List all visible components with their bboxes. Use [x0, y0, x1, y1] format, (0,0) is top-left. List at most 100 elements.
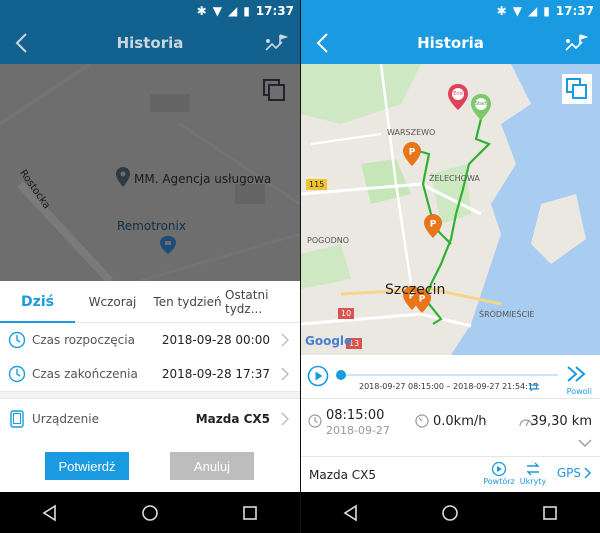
- place-label-remotronix: Remotronix: [117, 219, 186, 233]
- wifi-icon: ▼: [212, 4, 222, 18]
- nav-recents-icon[interactable]: [240, 503, 260, 523]
- layers-icon: [566, 78, 587, 99]
- district-label: WARSZEWO: [387, 128, 436, 137]
- route-flag-icon[interactable]: [264, 32, 288, 54]
- fast-forward-icon[interactable]: [566, 365, 586, 383]
- gps-button[interactable]: GPS: [557, 466, 592, 480]
- parking-marker-icon[interactable]: P: [403, 142, 421, 166]
- district-label: POGODNO: [307, 236, 350, 245]
- nav-home-icon[interactable]: [140, 503, 160, 523]
- page-title: Historia: [116, 34, 184, 52]
- status-bar: ✱ ▼ ◢ ▮ 17:37: [0, 0, 300, 22]
- tablet-icon: [10, 410, 24, 428]
- start-time-row[interactable]: Czas rozpoczęcia 2018-09-28 00:00: [0, 323, 300, 357]
- svg-text:P: P: [430, 220, 437, 230]
- chevron-right-icon: [584, 467, 592, 479]
- end-marker-label: End: [453, 91, 463, 97]
- road-badge: 115: [306, 179, 328, 190]
- android-nav-bar: [301, 492, 600, 533]
- battery-icon: ▮: [543, 4, 550, 18]
- shop-pin-icon: [160, 236, 176, 254]
- device-value: Mazda CX5: [195, 412, 270, 426]
- device-name: Mazda CX5: [309, 468, 377, 482]
- chevron-down-icon[interactable]: [578, 438, 592, 448]
- route-flag-icon[interactable]: [564, 32, 588, 54]
- route-map[interactable]: End Start P P P P WARSZEWO ŻELECHOWA POG…: [301, 64, 600, 355]
- signal-icon: ◢: [527, 4, 538, 18]
- progress-handle[interactable]: [336, 370, 346, 380]
- history-route-screen: ✱ ▼ ◢ ▮ 17:37 Historia End Start P P P P…: [301, 0, 600, 533]
- place-pin-icon: [116, 167, 130, 187]
- end-time-row[interactable]: Czas zakończenia 2018-09-28 17:37: [0, 357, 300, 391]
- city-label: Szczecin: [385, 282, 446, 298]
- play-icon[interactable]: [307, 365, 329, 387]
- road-badge: 10: [338, 308, 355, 319]
- tab-this-week[interactable]: Ten tydzień: [150, 281, 225, 322]
- filter-panel: Dziś Wczoraj Ten tydzień Ostatni tydz...…: [0, 281, 300, 492]
- map-view[interactable]: Rostocka MM. Agencja usługowa Remotronix: [0, 64, 300, 281]
- repeat-icon: [491, 461, 507, 477]
- section-divider: [0, 391, 300, 399]
- clock-icon: [308, 414, 322, 428]
- current-speed: 0.0km/h: [433, 414, 487, 429]
- start-time-value: 2018-09-28 00:00: [161, 333, 270, 347]
- confirm-button[interactable]: Potwierdź: [45, 452, 129, 480]
- progress-track[interactable]: [341, 374, 558, 376]
- chevron-right-icon: [281, 333, 289, 347]
- nav-recents-icon[interactable]: [540, 503, 560, 523]
- time-range: 2018-09-27 08:15:00 – 2018-09-27 21:54:1…: [359, 382, 539, 391]
- tab-last-week[interactable]: Ostatni tydz...: [225, 281, 300, 322]
- bluetooth-icon: ✱: [496, 4, 507, 18]
- district-label: ŚRÓDMIEŚCIE: [479, 310, 535, 319]
- layers-icon[interactable]: [262, 78, 286, 102]
- chevron-right-icon: [281, 412, 289, 426]
- device-row[interactable]: Urządzenie Mazda CX5: [0, 399, 300, 439]
- total-distance: 39,30 km: [530, 414, 592, 429]
- clock-icon: [8, 365, 26, 383]
- playback-bar: 2018-09-27 08:15:00 – 2018-09-27 21:54:1…: [301, 355, 600, 399]
- bluetooth-icon: ✱: [196, 4, 207, 18]
- battery-icon: ▮: [243, 4, 250, 18]
- place-label-agency: MM. Agencja usługowa: [134, 172, 272, 186]
- speed-label: Powoli: [566, 387, 592, 396]
- end-time-label: Czas zakończenia: [32, 367, 138, 381]
- google-logo: Google: [305, 334, 353, 348]
- back-arrow-icon[interactable]: [10, 30, 34, 56]
- hidden-button[interactable]: Ukryty: [515, 461, 551, 491]
- layers-button[interactable]: [562, 74, 592, 104]
- svg-text:P: P: [409, 148, 416, 158]
- repeat-button[interactable]: Powtórz: [481, 461, 517, 491]
- start-marker-icon: [471, 94, 491, 120]
- status-clock: 17:37: [255, 4, 294, 18]
- period-tabs: Dziś Wczoraj Ten tydzień Ostatni tydz...: [0, 281, 300, 323]
- speed-icon: [415, 414, 429, 428]
- history-filter-screen: ✱ ▼ ◢ ▮ 17:37 Historia Rostocka MM. Agen…: [0, 0, 300, 533]
- device-label: Urządzenie: [32, 412, 99, 426]
- end-marker-icon: [448, 84, 468, 110]
- app-bar: Historia: [0, 22, 300, 64]
- back-arrow-icon[interactable]: [311, 30, 335, 56]
- nav-home-icon[interactable]: [440, 503, 460, 523]
- signal-icon: ◢: [227, 4, 238, 18]
- app-bar: Historia: [301, 22, 600, 64]
- status-clock: 17:37: [555, 4, 594, 18]
- parking-marker-icon[interactable]: P: [424, 214, 442, 238]
- swap-icon[interactable]: [528, 382, 540, 392]
- nav-back-icon[interactable]: [341, 503, 361, 523]
- page-title: Historia: [417, 34, 484, 52]
- trip-stats: 08:15:00 2018-09-27 0.0km/h 39,30 km: [301, 400, 600, 456]
- tab-yesterday[interactable]: Wczoraj: [75, 281, 150, 322]
- end-time-value: 2018-09-28 17:37: [161, 367, 270, 381]
- wifi-icon: ▼: [512, 4, 522, 18]
- current-time: 08:15:00: [326, 408, 385, 423]
- current-date: 2018-09-27: [326, 424, 390, 437]
- tab-today[interactable]: Dziś: [0, 281, 75, 322]
- cancel-button[interactable]: Anuluj: [170, 452, 254, 480]
- gps-label: GPS: [556, 466, 581, 480]
- chevron-right-icon: [281, 367, 289, 381]
- start-marker-label: Start: [474, 101, 488, 107]
- status-bar: ✱ ▼ ◢ ▮ 17:37: [301, 0, 600, 22]
- android-nav-bar: [0, 492, 300, 533]
- nav-back-icon[interactable]: [40, 503, 60, 523]
- hidden-label: Ukryty: [519, 477, 547, 486]
